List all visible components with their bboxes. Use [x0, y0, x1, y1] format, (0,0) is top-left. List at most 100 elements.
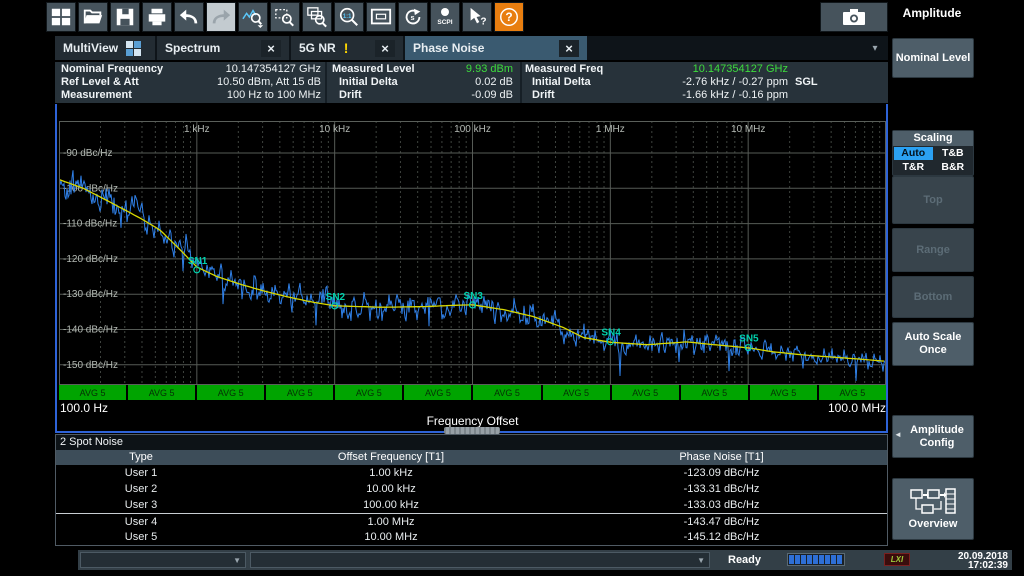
spot-cell-type: User 3: [56, 497, 226, 513]
scpi-icon[interactable]: SCPI: [430, 2, 460, 32]
softkey-nominal-level[interactable]: Nominal Level: [892, 38, 974, 78]
date-time: 20.09.2018 17:02:39: [920, 551, 1008, 570]
softkey-overview[interactable]: Overview: [892, 478, 974, 540]
tab-spectrum[interactable]: Spectrum ×: [157, 36, 289, 60]
spot-noise-row[interactable]: User 210.00 kHz-133.31 dBc/Hz: [56, 481, 887, 497]
progress-segment: [789, 555, 794, 564]
open-file-icon[interactable]: [78, 2, 108, 32]
instrument-screen: 1:1 s SCPI ? ? Amplitude MultiView Spect…: [0, 0, 1024, 576]
status-bar: ▼ ▼ Ready LXI 20.09.2018 17:02:39: [78, 550, 1012, 570]
window-splitter-handle[interactable]: [444, 427, 500, 434]
softkey-amplitude-config[interactable]: Amplitude Config: [892, 415, 974, 458]
svg-text:SCPI: SCPI: [437, 19, 452, 26]
multi-window-zoom-icon[interactable]: [302, 2, 332, 32]
softkey-bottom: Bottom: [892, 276, 974, 318]
spot-noise-row[interactable]: User 510.00 MHz-145.12 dBc/Hz: [56, 529, 887, 545]
spot-cell-offset: 10.00 kHz: [226, 481, 556, 497]
softkey-top: Top: [892, 176, 974, 224]
windows-logo-icon[interactable]: [46, 2, 76, 32]
spot-noise-row[interactable]: User 11.00 kHz-123.09 dBc/Hz: [56, 465, 887, 481]
avg-segment: AVG 5: [335, 385, 402, 400]
spot-cell-noise: -145.12 dBc/Hz: [556, 529, 887, 545]
column-header-offset: Offset Frequency [T1]: [226, 450, 556, 465]
save-icon[interactable]: [110, 2, 140, 32]
header-value: 10.147354127 GHz: [226, 63, 321, 76]
x-axis-start-label: 100.0 Hz: [60, 401, 108, 415]
spot-cell-offset: 100.00 kHz: [226, 497, 556, 513]
help-icon[interactable]: ?: [494, 2, 524, 32]
sync-icon[interactable]: s: [398, 2, 428, 32]
close-icon[interactable]: ×: [559, 40, 579, 57]
screenshot-camera-button[interactable]: [820, 2, 888, 32]
print-icon[interactable]: [142, 2, 172, 32]
svg-text:10 kHz: 10 kHz: [319, 124, 350, 135]
spot-cell-type: User 1: [56, 465, 226, 481]
spot-noise-row[interactable]: User 41.00 MHz-143.47 dBc/Hz: [56, 513, 887, 529]
header-label: Measured Freq: [525, 63, 603, 76]
collapse-menu-icon[interactable]: ◄: [894, 430, 902, 439]
spot-cell-type: User 5: [56, 529, 226, 545]
scaling-option-auto[interactable]: Auto: [894, 147, 933, 160]
scaling-option-br[interactable]: B&R: [934, 161, 973, 174]
zoom-trace-icon[interactable]: [238, 2, 268, 32]
header-label: Measured Level: [332, 63, 415, 76]
measurement-header: Nominal Frequency10.147354127 GHz Ref Le…: [55, 62, 888, 103]
close-icon[interactable]: ×: [375, 40, 395, 57]
tab-multiview[interactable]: MultiView: [55, 36, 155, 60]
status-dropdown-message[interactable]: ▼: [250, 552, 710, 568]
header-label: Measurement: [61, 89, 132, 102]
header-divider: [520, 62, 522, 103]
avg-segment: AVG 5: [612, 385, 679, 400]
avg-segment: AVG 5: [473, 385, 540, 400]
marker-label-SN5: SN5: [739, 334, 759, 345]
spot-noise-table-header: Type Offset Frequency [T1] Phase Noise […: [56, 450, 887, 465]
softkey-auto-scale-once[interactable]: Auto Scale Once: [892, 322, 974, 366]
marker-label-SN3: SN3: [464, 291, 484, 302]
header-label: Drift: [525, 89, 555, 102]
single-sweep-badge: SGL: [795, 76, 818, 88]
redo-icon: [206, 2, 236, 32]
ready-status: Ready: [728, 554, 761, 566]
tab-list-dropdown[interactable]: ▾: [862, 36, 888, 60]
header-value: 100 Hz to 100 MHz: [227, 89, 321, 102]
svg-text:-150 dBc/Hz: -150 dBc/Hz: [63, 360, 118, 371]
zoom-selection-icon[interactable]: [270, 2, 300, 32]
svg-text:s: s: [411, 13, 415, 22]
avg-segment: AVG 5: [819, 385, 886, 400]
header-value: -2.76 kHz / -0.27 ppm: [682, 76, 788, 89]
status-dropdown-left[interactable]: ▼: [80, 552, 246, 568]
overview-flowchart-icon: [910, 488, 956, 516]
svg-text:?: ?: [480, 16, 486, 27]
avg-segment: AVG 5: [404, 385, 471, 400]
svg-text:1 kHz: 1 kHz: [184, 124, 210, 135]
close-icon[interactable]: ×: [261, 40, 281, 57]
column-header-type: Type: [56, 450, 226, 465]
display-frame-icon[interactable]: [366, 2, 396, 32]
context-help-icon[interactable]: ?: [462, 2, 492, 32]
header-divider: [325, 62, 327, 103]
spot-cell-noise: -123.09 dBc/Hz: [556, 465, 887, 481]
tab-phase-noise[interactable]: Phase Noise ×: [405, 36, 587, 60]
multiview-grid-icon: [126, 41, 141, 56]
progress-segment: [837, 555, 842, 564]
scaling-option-tb[interactable]: T&B: [934, 147, 973, 160]
tab-label: Spectrum: [165, 41, 220, 55]
zoom-1to1-icon[interactable]: 1:1: [334, 2, 364, 32]
softkey-menu-title: Amplitude: [890, 6, 974, 20]
scaling-option-tr[interactable]: T&R: [894, 161, 933, 174]
softkey-label: Overview: [909, 518, 958, 531]
svg-text:10 MHz: 10 MHz: [731, 124, 765, 135]
spot-noise-row[interactable]: User 3100.00 kHz-133.03 dBc/Hz: [56, 497, 887, 513]
progress-segment: [801, 555, 806, 564]
column-header-noise: Phase Noise [T1]: [556, 450, 887, 465]
svg-text:?: ?: [505, 10, 512, 24]
progress-segment: [807, 555, 812, 564]
camera-icon: [841, 5, 867, 29]
undo-icon[interactable]: [174, 2, 204, 32]
phase-noise-plot[interactable]: 1 kHz10 kHz100 kHz1 MHz10 MHz-90 dBc/Hz-…: [59, 121, 886, 385]
marker-label-SN1: SN1: [188, 256, 208, 267]
tab-5g-nr[interactable]: 5G NR ! ×: [291, 36, 403, 60]
marker-label-SN2: SN2: [326, 292, 346, 303]
spot-noise-window: 2 Spot Noise Type Offset Frequency [T1] …: [55, 434, 888, 546]
average-progress-bar: AVG 5AVG 5AVG 5AVG 5AVG 5AVG 5AVG 5AVG 5…: [59, 385, 886, 400]
